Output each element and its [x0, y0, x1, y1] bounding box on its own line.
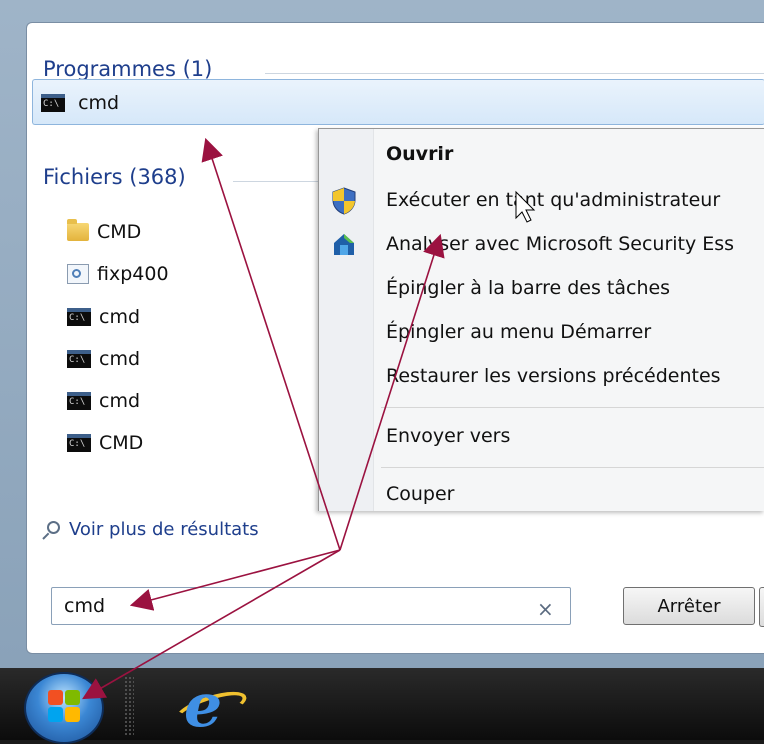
annotation-arrow: [339, 233, 445, 551]
annotation-arrow: [201, 137, 341, 551]
annotation-arrow: [82, 549, 341, 700]
mouse-cursor-icon: [515, 190, 536, 223]
annotation-arrows: [82, 137, 536, 700]
annotation-arrow: [129, 549, 341, 611]
